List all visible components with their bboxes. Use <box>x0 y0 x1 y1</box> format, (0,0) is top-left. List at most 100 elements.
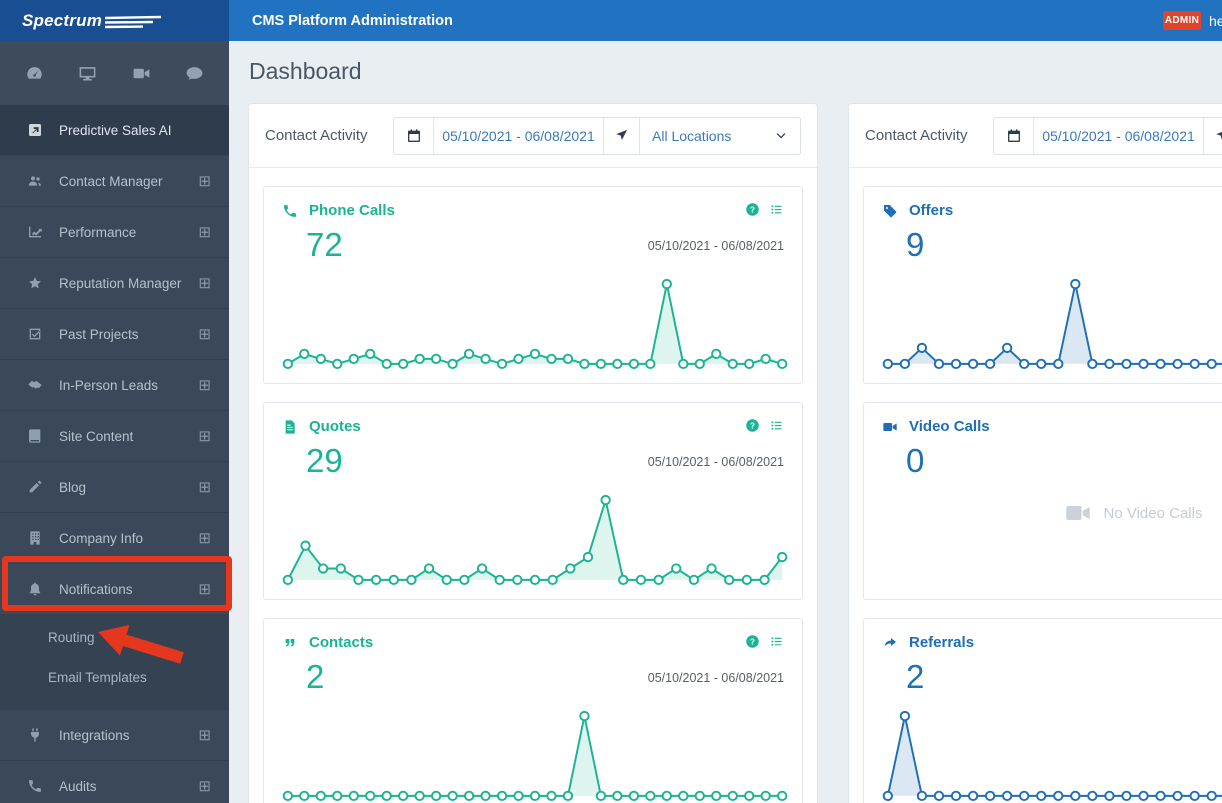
brand-logo: Spectrum <box>0 0 229 41</box>
admin-badge: ADMIN <box>1163 11 1201 30</box>
list-view-icon[interactable] <box>769 418 784 433</box>
card-title: Offers <box>909 202 954 219</box>
sidebar-item-in-person-leads[interactable]: In-Person Leads ⊞ <box>0 360 229 411</box>
star-icon <box>27 275 43 291</box>
sidebar-subitem-email-templates[interactable]: Email Templates <box>0 657 229 697</box>
comment-icon[interactable] <box>171 53 217 93</box>
card-date-range: 05/10/2021 - 06/08/2021 <box>647 239 784 253</box>
plus-square-icon[interactable]: ⊞ <box>198 531 211 546</box>
calendar-icon[interactable] <box>994 117 1034 154</box>
sidebar-item-label: Integrations <box>59 727 130 743</box>
location-arrow-icon[interactable] <box>604 117 640 154</box>
sidebar-item-audits[interactable]: Audits ⊞ <box>0 761 229 803</box>
panel-header: Contact Activity 05/10/2021 - 06/08/2021 <box>849 104 1222 168</box>
share-arrow-icon <box>882 635 898 651</box>
sidebar-item-blog[interactable]: Blog ⊞ <box>0 462 229 513</box>
users-icon <box>27 173 43 189</box>
location-arrow-icon[interactable] <box>1204 118 1222 154</box>
card-title: Video Calls <box>909 418 990 435</box>
page-title: Dashboard <box>249 58 362 84</box>
pencil-icon <box>27 479 43 495</box>
external-link-square-icon <box>27 122 43 138</box>
phone-calls-card: Phone Calls 72 05/10/2021 - 06/08/2021 <box>263 186 803 384</box>
app-screen: Spectrum CMS Platform Administration ADM… <box>0 0 1222 803</box>
sidebar-item-reputation-manager[interactable]: Reputation Manager ⊞ <box>0 258 229 309</box>
plus-square-icon[interactable]: ⊞ <box>198 174 211 189</box>
sidebar-item-contact-manager[interactable]: Contact Manager ⊞ <box>0 156 229 207</box>
plus-square-icon[interactable]: ⊞ <box>198 480 211 495</box>
no-video-calls-placeholder: No Video Calls <box>864 499 1222 527</box>
plus-square-icon[interactable]: ⊞ <box>198 582 211 597</box>
plus-square-icon[interactable]: ⊞ <box>198 225 211 240</box>
plus-square-icon[interactable]: ⊞ <box>198 327 211 342</box>
card-title: Phone Calls <box>309 202 395 219</box>
gauge-icon[interactable] <box>12 53 58 93</box>
sidebar-item-label: Company Info <box>59 530 144 546</box>
help-icon[interactable] <box>745 634 760 649</box>
sidebar-item-label: In-Person Leads <box>59 377 159 393</box>
file-text-icon <box>282 419 298 435</box>
phone-calls-sparkline <box>282 278 788 370</box>
help-icon[interactable] <box>745 418 760 433</box>
help-icon[interactable] <box>745 202 760 217</box>
sidebar-item-site-content[interactable]: Site Content ⊞ <box>0 411 229 462</box>
panel-title: Contact Activity <box>865 127 968 144</box>
sidebar-item-performance[interactable]: Performance ⊞ <box>0 207 229 258</box>
sidebar-item-notifications[interactable]: Notifications ⊞ <box>0 564 229 615</box>
phone-icon <box>27 778 43 794</box>
date-range-input[interactable]: 05/10/2021 - 06/08/2021 <box>434 117 604 154</box>
sidebar-item-label: Contact Manager <box>59 173 163 189</box>
sidebar-item-label: Notifications <box>59 581 133 597</box>
tag-icon <box>882 203 898 219</box>
sidebar-item-company-info[interactable]: Company Info ⊞ <box>0 513 229 564</box>
card-title: Referrals <box>909 634 975 651</box>
sidebar-item-label: Blog <box>59 479 87 495</box>
panel-controls: 05/10/2021 - 06/08/2021 All Locations <box>393 116 801 155</box>
check-square-icon <box>27 326 43 342</box>
panel-body: Offers 9 Video Calls 0 No Video Calls Re… <box>849 168 1222 803</box>
sidebar-item-label: Past Projects <box>59 326 139 342</box>
card-value: 0 <box>906 442 925 479</box>
sidebar-subitem-routing[interactable]: Routing <box>0 617 229 657</box>
locations-select[interactable]: All Locations <box>640 118 800 154</box>
quotes-sparkline <box>282 494 788 586</box>
list-view-icon[interactable] <box>769 634 784 649</box>
card-date-range: 05/10/2021 - 06/08/2021 <box>647 671 784 685</box>
contact-activity-panel-left: Contact Activity 05/10/2021 - 06/08/2021… <box>248 103 818 803</box>
sidebar-icon-tabs <box>0 41 229 105</box>
sidebar-item-past-projects[interactable]: Past Projects ⊞ <box>0 309 229 360</box>
bell-icon <box>27 581 43 597</box>
contacts-sparkline <box>282 710 788 802</box>
brand-text: Spectrum <box>22 10 103 30</box>
sidebar: Predictive Sales AI Contact Manager ⊞ Pe… <box>0 41 229 803</box>
sidebar-item-predictive-sales-ai[interactable]: Predictive Sales AI <box>0 105 229 156</box>
card-value: 2 <box>906 658 925 695</box>
contact-activity-panel-right: Contact Activity 05/10/2021 - 06/08/2021… <box>848 103 1222 803</box>
referrals-card: Referrals 2 <box>863 618 1222 803</box>
sidebar-item-label: Predictive Sales AI <box>59 122 172 138</box>
plus-square-icon[interactable]: ⊞ <box>198 779 211 794</box>
plus-square-icon[interactable]: ⊞ <box>198 378 211 393</box>
sidebar-item-label: Site Content <box>59 428 134 444</box>
calendar-icon[interactable] <box>394 117 434 154</box>
card-date-range: 05/10/2021 - 06/08/2021 <box>647 455 784 469</box>
notifications-submenu: Routing Email Templates <box>0 615 229 710</box>
contacts-card: Contacts 2 05/10/2021 - 06/08/2021 <box>263 618 803 803</box>
panel-controls: 05/10/2021 - 06/08/2021 <box>993 116 1222 155</box>
list-view-icon[interactable] <box>769 202 784 217</box>
sidebar-item-integrations[interactable]: Integrations ⊞ <box>0 710 229 761</box>
video-icon[interactable] <box>118 53 164 93</box>
plus-square-icon[interactable]: ⊞ <box>198 276 211 291</box>
locations-select-value: All Locations <box>652 127 732 144</box>
date-range-input[interactable]: 05/10/2021 - 06/08/2021 <box>1034 117 1204 154</box>
user-menu[interactable]: he <box>1209 0 1222 41</box>
card-value: 9 <box>906 226 925 263</box>
plus-square-icon[interactable]: ⊞ <box>198 429 211 444</box>
plus-square-icon[interactable]: ⊞ <box>198 728 211 743</box>
desktop-icon[interactable] <box>65 53 111 93</box>
handshake-icon <box>27 377 43 393</box>
video-icon <box>882 419 898 435</box>
book-icon <box>27 428 43 444</box>
referrals-sparkline <box>882 710 1222 802</box>
panel-title: Contact Activity <box>265 127 368 144</box>
